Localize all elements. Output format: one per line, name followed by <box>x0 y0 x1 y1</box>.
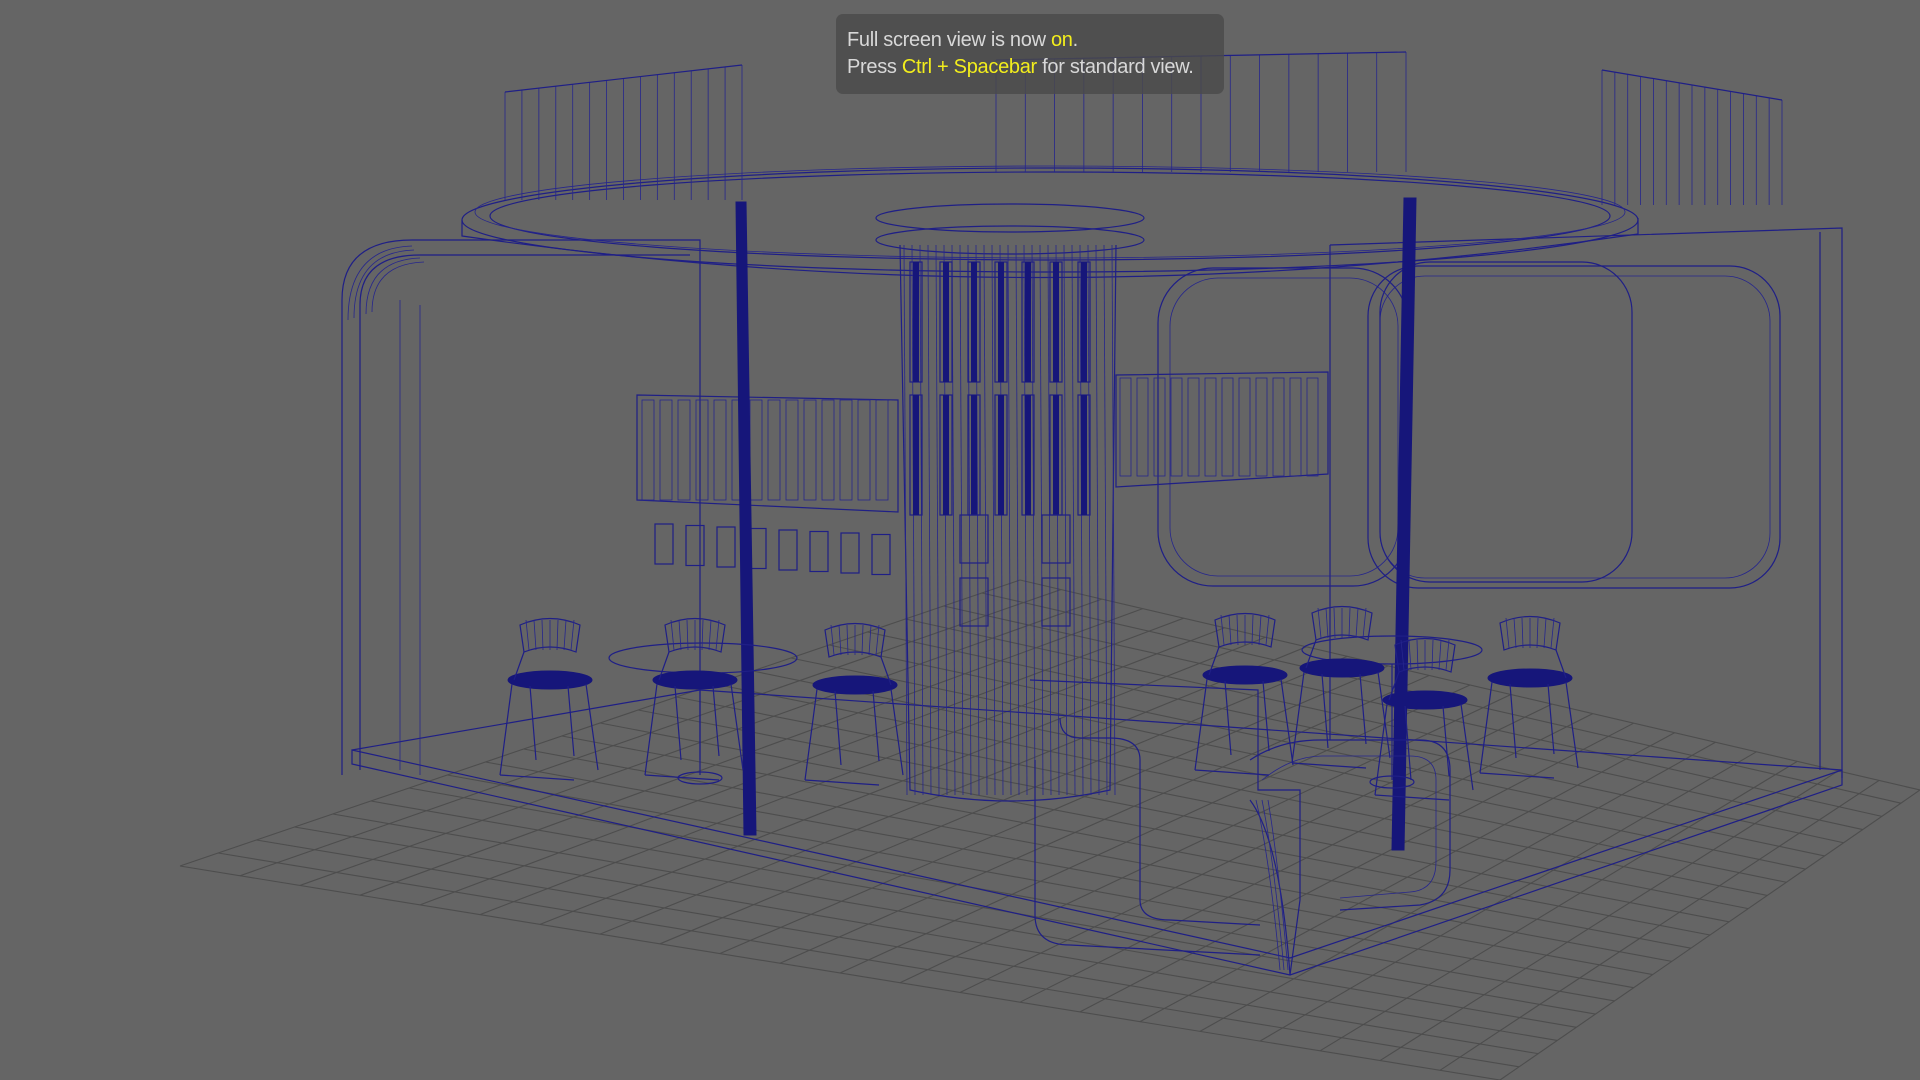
column-rib <box>935 244 940 796</box>
scene-canvas[interactable] <box>0 0 1920 1080</box>
wall-window-3 <box>1379 261 1633 583</box>
left-wall-frame <box>716 526 736 568</box>
right-display-shelf <box>1115 371 1329 488</box>
left-wall-frames <box>654 523 891 576</box>
left-shelf-slot <box>749 399 763 501</box>
canopy-ring-inner <box>489 171 1611 261</box>
right-shelf-slot <box>1119 377 1132 477</box>
booth-model[interactable] <box>341 51 1843 976</box>
right-shelf-slot <box>1272 377 1285 477</box>
left-shelf-slot <box>659 399 673 501</box>
left-shelf-slot <box>641 399 655 501</box>
wall-window-2-inner <box>1379 275 1771 579</box>
canopy-ring-mid <box>474 165 1626 259</box>
left-wall-inner <box>359 254 690 770</box>
right-shelf-slot <box>1153 377 1166 477</box>
chair <box>1479 615 1579 779</box>
right-shelf-slot <box>1289 377 1302 477</box>
column-sign <box>959 514 989 564</box>
left-wall-frame <box>685 524 705 567</box>
wall-window-2 <box>1367 265 1781 589</box>
chairs <box>499 605 1579 801</box>
right-shelf-slot <box>1255 377 1268 477</box>
left-wall-frame <box>778 529 798 571</box>
grid-line <box>1379 770 1839 1062</box>
left-shelf-slot <box>857 399 871 501</box>
right-shelf-slot <box>1170 377 1183 477</box>
left-wall-frame <box>654 523 674 565</box>
left-wall-frame <box>809 530 829 573</box>
left-wall-frame <box>871 533 891 576</box>
column-sign <box>959 577 989 627</box>
notice-line2-suffix: for standard view. <box>1036 56 1194 78</box>
left-shelf-slot <box>677 399 691 501</box>
left-shelf-slot <box>785 399 799 501</box>
fullscreen-notice-line2: Press Ctrl + Spacebar for standard view. <box>847 54 1213 81</box>
fullscreen-notice: Full screen view is now on. Press Ctrl +… <box>836 14 1224 94</box>
column-rib <box>1007 244 1012 796</box>
chair <box>1194 612 1294 776</box>
right-shelf-slot <box>1221 377 1234 477</box>
left-shelf-slot <box>695 399 709 501</box>
grid-line <box>638 709 1730 923</box>
grid-line <box>1139 732 1675 1023</box>
left-shelf-slot <box>767 399 781 501</box>
notice-line1-prefix: Full screen view is now <box>847 29 1051 51</box>
fullscreen-notice-line1: Full screen view is now on. <box>847 27 1213 54</box>
left-display-shelf <box>636 394 899 513</box>
perspective-viewport[interactable]: Full screen view is now on. Press Ctrl +… <box>0 0 1920 1080</box>
column-rib <box>1063 244 1068 796</box>
notice-shortcut: Ctrl + Spacebar <box>901 56 1037 78</box>
left-shelf-slot <box>821 399 835 501</box>
left-shelf-slot <box>875 399 889 501</box>
right-shelf-slot <box>1204 377 1217 477</box>
notice-line2-prefix: Press <box>847 56 902 78</box>
column-rib <box>983 244 988 796</box>
grid-line <box>1259 751 1757 1042</box>
left-wall <box>341 239 701 775</box>
notice-state: on <box>1050 29 1073 51</box>
column-rib <box>1095 244 1100 796</box>
right-shelf-slot <box>1306 377 1319 477</box>
column-cap-top <box>875 203 1145 233</box>
left-wall-frame <box>840 532 860 574</box>
left-shelf-slot <box>713 399 727 501</box>
pole-right <box>1391 197 1417 851</box>
left-shelf-slot <box>839 399 853 501</box>
wall-window-1 <box>1157 267 1409 587</box>
grid-line <box>959 703 1553 993</box>
left-shelf-frame <box>636 394 899 513</box>
right-shelf-slot <box>1238 377 1251 477</box>
grid-line <box>943 605 1882 817</box>
column-rib <box>1071 244 1076 796</box>
booth-platform <box>351 749 1843 976</box>
grid-line <box>1499 789 1920 1080</box>
notice-line1-suffix: . <box>1072 29 1079 51</box>
right-shelf-slot <box>1187 377 1200 477</box>
right-shelf-slot <box>1136 377 1149 477</box>
column-rib <box>927 244 932 796</box>
left-shelf-slot <box>803 399 817 501</box>
column-rib <box>1103 244 1108 796</box>
